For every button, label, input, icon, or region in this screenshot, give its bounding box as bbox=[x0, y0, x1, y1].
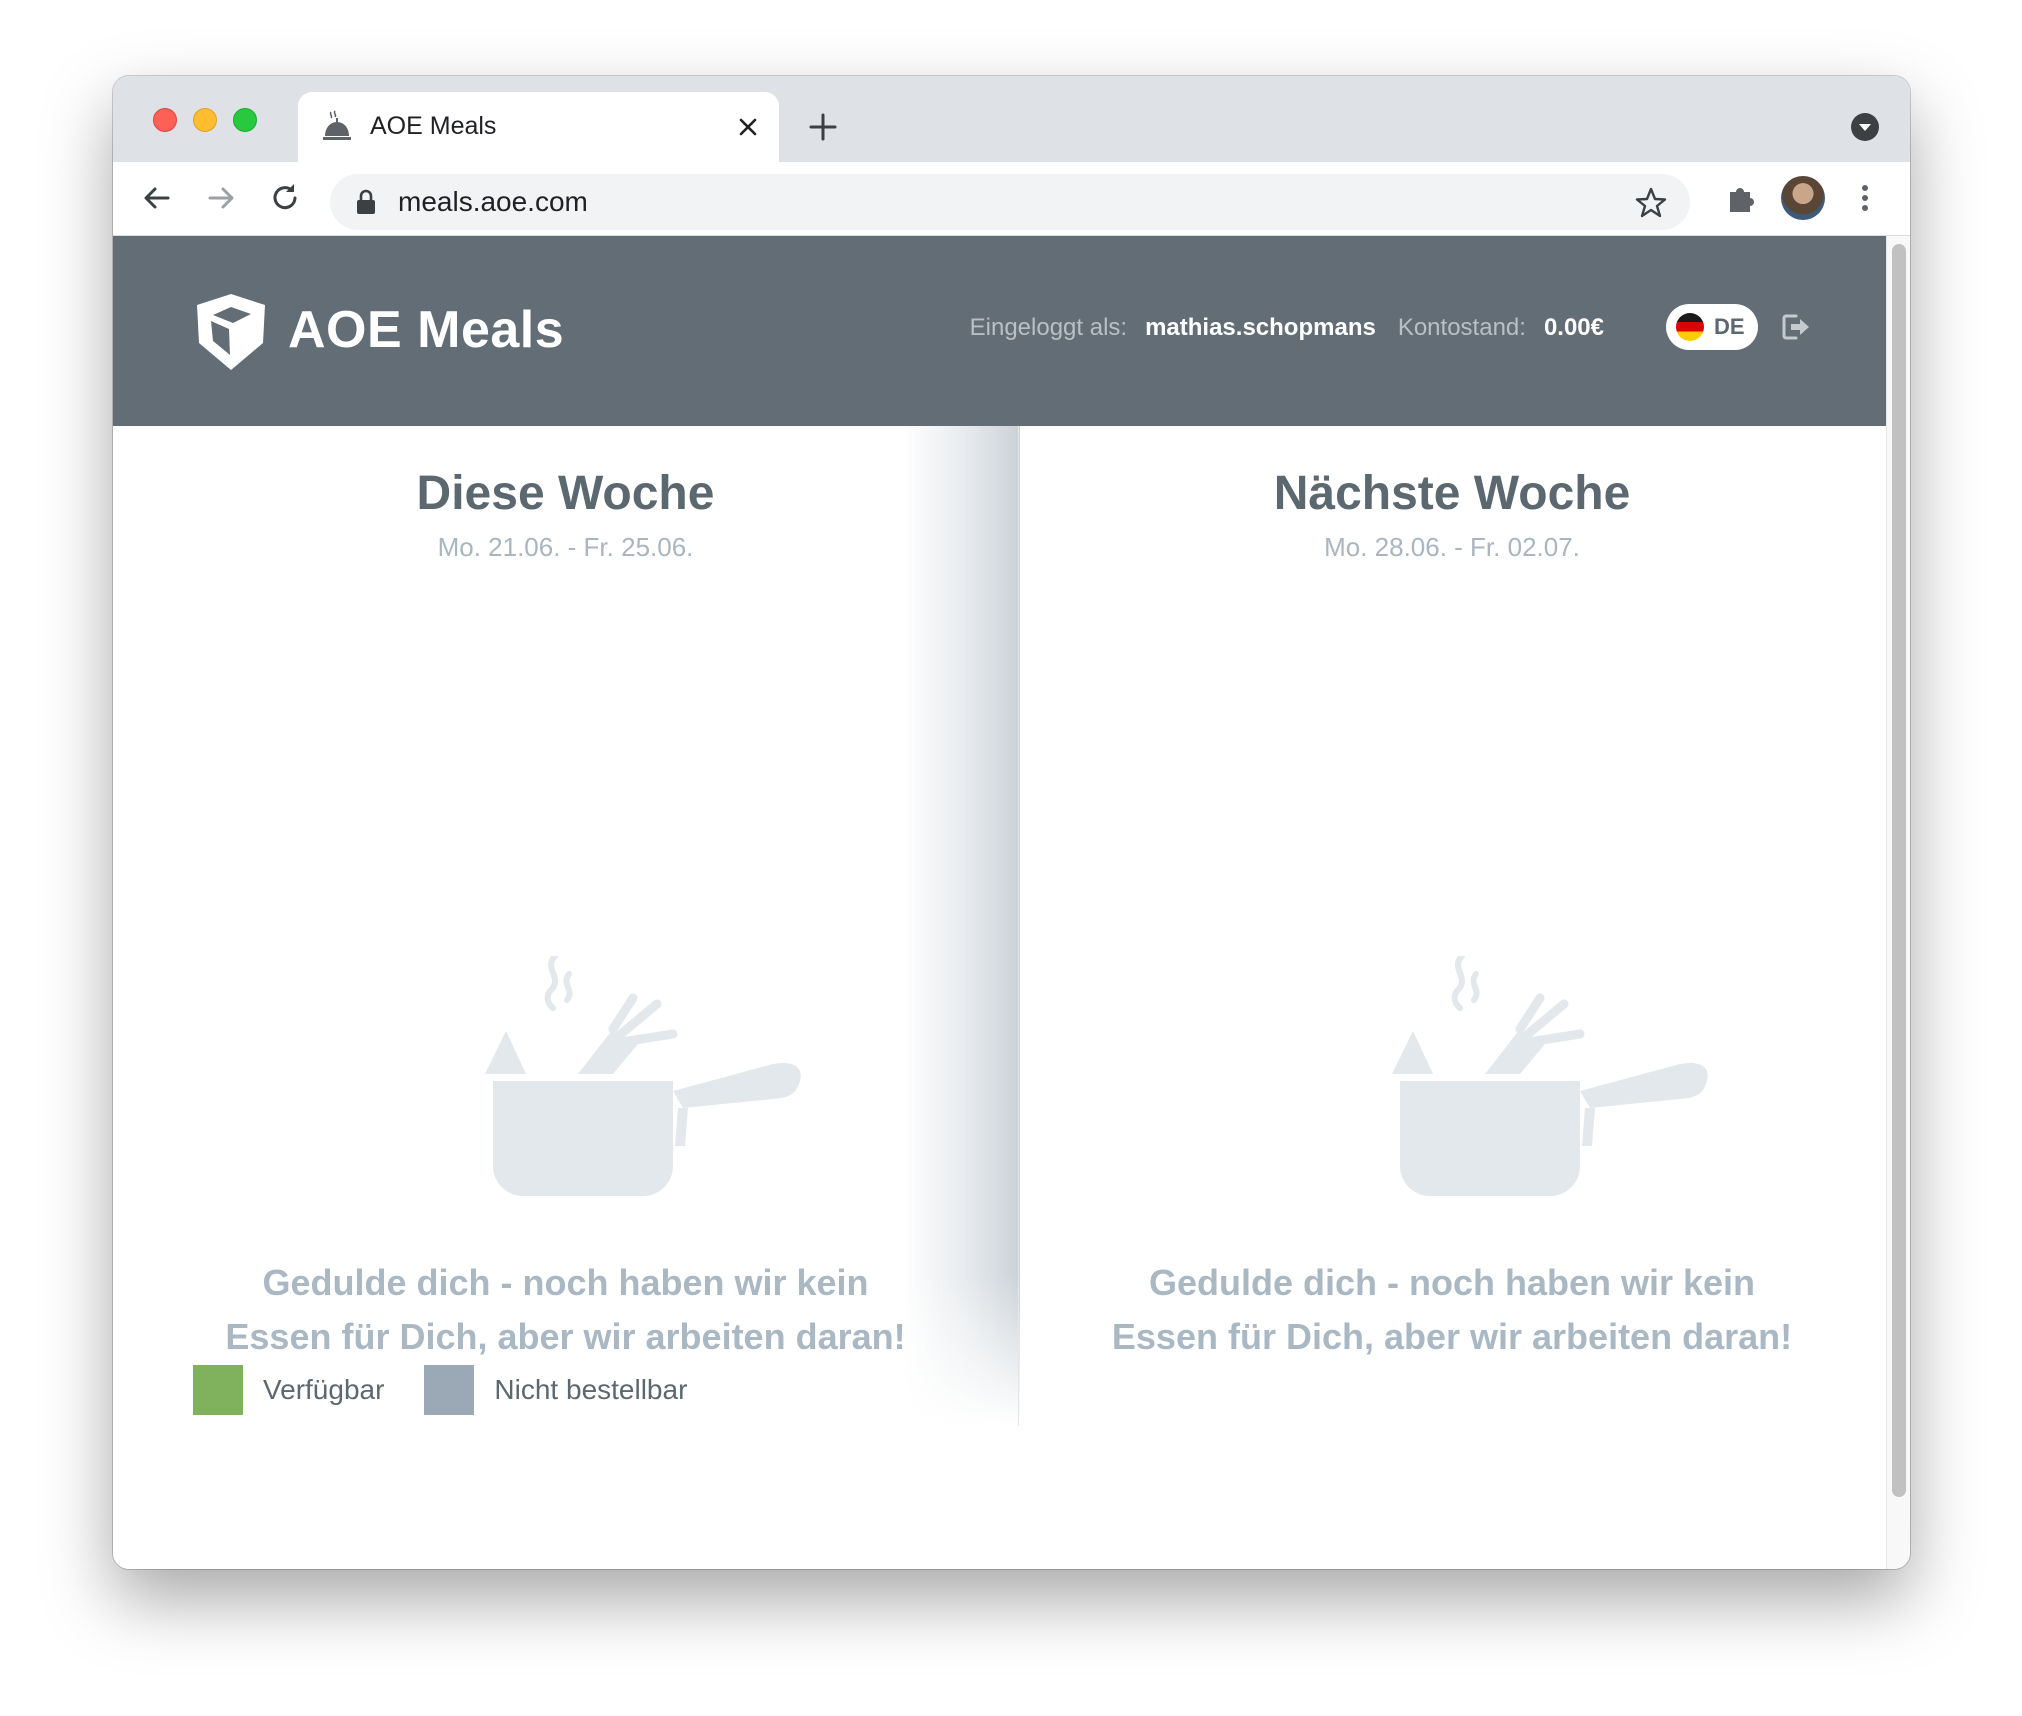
week-date-range: Mo. 28.06. - Fr. 02.07. bbox=[1324, 532, 1580, 562]
vertical-scrollbar[interactable] bbox=[1886, 236, 1910, 1569]
username: mathias.schopmans bbox=[1145, 314, 1376, 341]
language-switch-button[interactable]: DE bbox=[1666, 304, 1758, 350]
legend-item-unavailable: Nicht bestellbar bbox=[424, 1365, 687, 1415]
column-fold-shadow bbox=[903, 426, 1020, 1426]
empty-message-line-1: Gedulde dich - noch haben wir kein bbox=[262, 1262, 869, 1303]
available-swatch bbox=[193, 1365, 243, 1415]
week-title: Diese Woche bbox=[416, 467, 715, 520]
maximize-window-button[interactable] bbox=[233, 108, 257, 132]
extensions-puzzle-icon[interactable] bbox=[1724, 180, 1760, 216]
cooking-pot-icon bbox=[485, 956, 801, 1196]
account-info: Eingeloggt als: mathias.schopmans Kontos… bbox=[970, 314, 1626, 342]
legend-item-available: Verfügbar bbox=[193, 1365, 384, 1415]
empty-menu-message: Gedulde dich - noch haben wir kein Essen… bbox=[113, 1256, 1018, 1364]
tab-strip: AOE Meals bbox=[113, 76, 1910, 162]
profile-avatar[interactable] bbox=[1781, 176, 1825, 220]
this-week-column: Diese Woche Mo. 21.06. - Fr. 25.06. Gedu… bbox=[113, 426, 1018, 1426]
reload-icon[interactable] bbox=[267, 180, 303, 216]
unavailable-swatch bbox=[424, 1365, 475, 1415]
browser-window: AOE Meals meals.aoe.com AOE Meals Eingel… bbox=[113, 76, 1910, 1569]
empty-message-line-1: Gedulde dich - noch haben wir kein bbox=[1148, 1262, 1756, 1303]
logout-icon[interactable] bbox=[1778, 310, 1812, 344]
minimize-window-button[interactable] bbox=[193, 108, 217, 132]
tab-search-icon[interactable] bbox=[1850, 112, 1880, 142]
brand-name: AOE Meals bbox=[288, 301, 565, 359]
empty-message-line-2: Essen für Dich, aber wir arbeiten daran! bbox=[1111, 1316, 1793, 1357]
week-title: Nächste Woche bbox=[1273, 467, 1631, 520]
legend: Verfügbar Nicht bestellbar bbox=[193, 1365, 727, 1415]
address-bar[interactable]: meals.aoe.com bbox=[330, 174, 1690, 230]
tab-title: AOE Meals bbox=[370, 112, 497, 140]
german-flag-icon bbox=[1676, 313, 1704, 341]
back-arrow-icon[interactable] bbox=[139, 180, 175, 216]
new-tab-icon[interactable] bbox=[806, 110, 840, 144]
browser-tab[interactable]: AOE Meals bbox=[298, 92, 779, 162]
browser-toolbar: meals.aoe.com bbox=[113, 162, 1910, 236]
week-date-range: Mo. 21.06. - Fr. 25.06. bbox=[437, 532, 694, 562]
forward-arrow-icon[interactable] bbox=[203, 180, 239, 216]
url-text: meals.aoe.com bbox=[398, 186, 588, 217]
balance-value: 0.00€ bbox=[1543, 314, 1604, 341]
empty-message-line-2: Essen für Dich, aber wir arbeiten daran! bbox=[225, 1316, 906, 1357]
balance-label: Kontostand: bbox=[1397, 314, 1526, 341]
app-header: AOE Meals Eingeloggt als: mathias.schopm… bbox=[113, 236, 1886, 426]
close-window-button[interactable] bbox=[153, 108, 177, 132]
language-code: DE bbox=[1714, 314, 1745, 339]
cooking-pot-icon bbox=[1392, 956, 1708, 1196]
legend-label-available: Verfügbar bbox=[263, 1374, 385, 1405]
aoe-logo-icon bbox=[197, 294, 265, 370]
lock-icon bbox=[357, 189, 375, 214]
logged-in-label: Eingeloggt als: bbox=[969, 314, 1128, 341]
page-viewport: AOE Meals Eingeloggt als: mathias.schopm… bbox=[113, 236, 1886, 1569]
next-week-column: Nächste Woche Mo. 28.06. - Fr. 02.07. Ge… bbox=[1018, 426, 1886, 1426]
bookmark-star-icon[interactable] bbox=[1634, 186, 1668, 220]
legend-label-unavailable: Nicht bestellbar bbox=[494, 1374, 688, 1405]
close-tab-icon[interactable] bbox=[733, 112, 763, 142]
cloche-icon bbox=[323, 110, 351, 140]
scrollbar-thumb[interactable] bbox=[1892, 244, 1906, 1497]
empty-menu-message: Gedulde dich - noch haben wir kein Essen… bbox=[1018, 1256, 1886, 1364]
more-menu-icon[interactable] bbox=[1847, 180, 1883, 216]
